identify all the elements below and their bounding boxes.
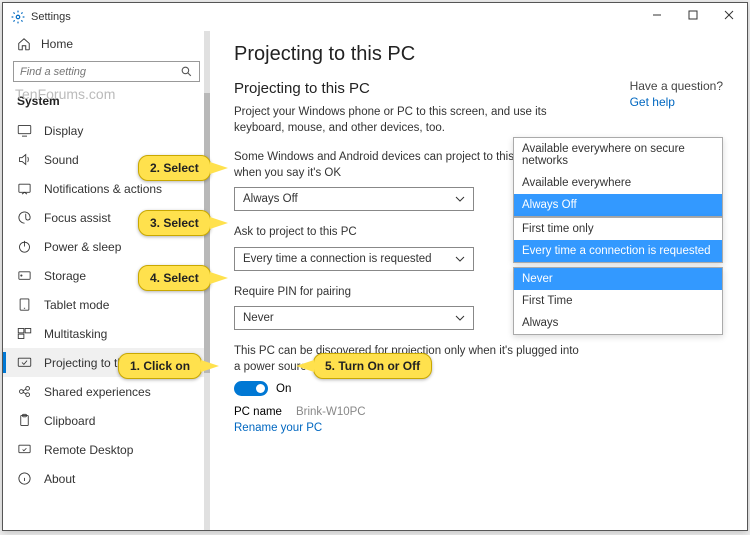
chevron-down-icon <box>455 313 465 323</box>
help-box: Have a question? Get help <box>630 79 723 109</box>
watermark: TenForums.com <box>15 86 115 102</box>
sidebar-item-clipboard[interactable]: Clipboard <box>3 406 210 435</box>
dropdown-pin[interactable]: Never <box>234 306 474 330</box>
dropdown1-label: Some Windows and Android devices can pro… <box>234 150 544 181</box>
popup3-opt[interactable]: Always <box>514 312 722 334</box>
settings-window: Settings Home TenForums.com System Displ… <box>2 2 748 531</box>
popup1-opt[interactable]: Available everywhere <box>514 172 722 194</box>
dropdown-ask[interactable]: Every time a connection is requested <box>234 247 474 271</box>
discover-toggle[interactable] <box>234 381 268 396</box>
dropdown3-label: Require PIN for pairing <box>234 285 544 301</box>
chevron-down-icon <box>455 254 465 264</box>
popup2-opt-selected[interactable]: Every time a connection is requested <box>514 240 722 262</box>
projecting-icon <box>17 355 32 370</box>
dropdown1-popup: Available everywhere on secure networks … <box>513 137 723 217</box>
callout-5: 5. Turn On or Off <box>313 353 432 379</box>
clipboard-icon <box>17 413 32 428</box>
callout-3: 3. Select <box>138 210 211 236</box>
shared-icon <box>17 384 32 399</box>
about-icon <box>17 471 32 486</box>
search-input[interactable] <box>20 66 180 78</box>
dropdown3-popup: Never First Time Always <box>513 267 723 335</box>
callout-4: 4. Select <box>138 265 211 291</box>
focus-icon <box>17 210 32 225</box>
dropdown3-value: Never <box>243 312 274 324</box>
sidebar-home[interactable]: Home <box>3 31 210 57</box>
titlebar: Settings <box>3 3 747 31</box>
sidebar-item-multitasking[interactable]: Multitasking <box>3 319 210 348</box>
popup1-opt-selected[interactable]: Always Off <box>514 194 722 216</box>
pc-name-value: Brink-W10PC <box>296 406 366 418</box>
home-icon <box>17 37 31 51</box>
page-title: Projecting to this PC <box>234 43 723 66</box>
popup2-opt[interactable]: First time only <box>514 218 722 240</box>
display-icon <box>17 123 32 138</box>
sidebar-item-shared[interactable]: Shared experiences <box>3 377 210 406</box>
toggle-state: On <box>276 383 291 395</box>
sidebar-item-power[interactable]: Power & sleep <box>3 232 210 261</box>
help-question: Have a question? <box>630 79 723 93</box>
power-icon <box>17 239 32 254</box>
search-input-row[interactable] <box>13 61 200 82</box>
remote-icon <box>17 442 32 457</box>
dropdown2-popup: First time only Every time a connection … <box>513 217 723 263</box>
callout-1: 1. Click on <box>118 353 202 379</box>
storage-icon <box>17 268 32 283</box>
maximize-button[interactable] <box>675 3 711 27</box>
rename-pc-link[interactable]: Rename your PC <box>234 422 723 434</box>
dropdown2-value: Every time a connection is requested <box>243 253 432 265</box>
minimize-button[interactable] <box>639 3 675 27</box>
dropdown-availability[interactable]: Always Off <box>234 187 474 211</box>
popup3-opt-selected[interactable]: Never <box>514 268 722 290</box>
sidebar-item-remote[interactable]: Remote Desktop <box>3 435 210 464</box>
section-desc: Project your Windows phone or PC to this… <box>234 105 564 136</box>
sidebar-item-display[interactable]: Display <box>3 116 210 145</box>
get-help-link[interactable]: Get help <box>630 95 675 109</box>
notifications-icon <box>17 181 32 196</box>
callout-2: 2. Select <box>138 155 211 181</box>
dropdown2-label: Ask to project to this PC <box>234 225 544 241</box>
window-title: Settings <box>31 11 71 23</box>
main-panel: Projecting to this PC Projecting to this… <box>210 31 747 530</box>
chevron-down-icon <box>455 194 465 204</box>
home-label: Home <box>41 37 73 51</box>
sound-icon <box>17 152 32 167</box>
tablet-icon <box>17 297 32 312</box>
popup1-opt[interactable]: Available everywhere on secure networks <box>514 138 722 172</box>
multitasking-icon <box>17 326 32 341</box>
dropdown1-value: Always Off <box>243 193 298 205</box>
pc-name-label: PC name <box>234 406 282 418</box>
search-icon <box>180 65 193 78</box>
popup3-opt[interactable]: First Time <box>514 290 722 312</box>
close-button[interactable] <box>711 3 747 27</box>
sidebar-item-about[interactable]: About <box>3 464 210 493</box>
sidebar-item-tablet[interactable]: Tablet mode <box>3 290 210 319</box>
settings-icon <box>11 10 25 24</box>
